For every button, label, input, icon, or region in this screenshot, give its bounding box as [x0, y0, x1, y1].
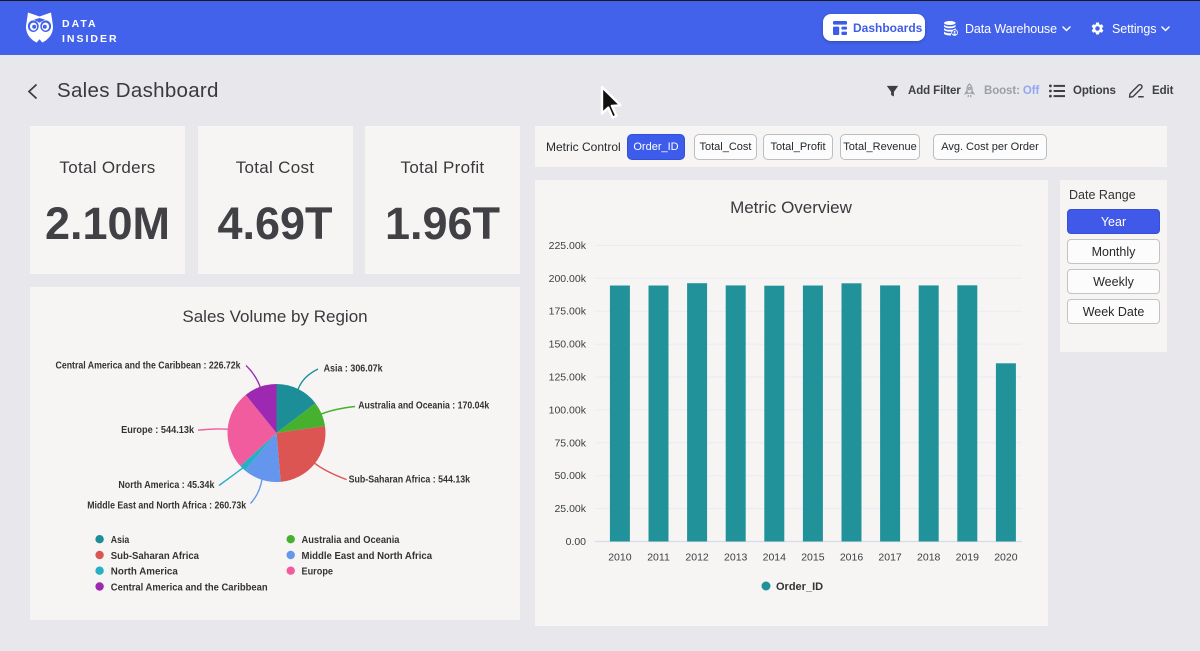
svg-text:Asia: Asia	[111, 534, 130, 546]
svg-text:2014: 2014	[763, 552, 787, 564]
svg-text:200.00k: 200.00k	[549, 273, 587, 285]
svg-text:2013: 2013	[724, 552, 748, 564]
svg-text:100.00k: 100.00k	[549, 404, 587, 416]
svg-text:2017: 2017	[878, 552, 902, 564]
svg-text:2016: 2016	[840, 552, 864, 564]
svg-text:25.00k: 25.00k	[554, 503, 586, 515]
svg-text:North America: North America	[111, 566, 178, 578]
svg-text:North America : 45.34k: North America : 45.34k	[118, 479, 214, 491]
svg-text:Middle East and North Africa: Middle East and North Africa	[302, 550, 433, 562]
svg-text:125.00k: 125.00k	[549, 372, 587, 384]
svg-text:50.00k: 50.00k	[554, 470, 586, 482]
svg-text:Middle East and North Africa :: Middle East and North Africa : 260.73k	[87, 499, 246, 511]
svg-text:Central America and the Caribb: Central America and the Caribbean : 226.…	[56, 359, 241, 371]
svg-text:175.00k: 175.00k	[549, 306, 587, 318]
svg-text:2012: 2012	[685, 552, 709, 564]
svg-text:Asia : 306.07k: Asia : 306.07k	[324, 363, 383, 375]
svg-text:2019: 2019	[956, 552, 980, 564]
svg-text:2015: 2015	[801, 552, 825, 564]
svg-text:Order_ID: Order_ID	[776, 581, 823, 593]
svg-text:Metric Overview: Metric Overview	[730, 198, 853, 217]
svg-text:Sub-Saharan Africa : 544.13k: Sub-Saharan Africa : 544.13k	[349, 474, 471, 486]
svg-text:150.00k: 150.00k	[549, 339, 587, 351]
svg-text:Europe: Europe	[302, 566, 334, 578]
svg-text:2010: 2010	[608, 552, 632, 564]
svg-text:0.00: 0.00	[566, 536, 587, 548]
svg-text:Europe : 544.13k: Europe : 544.13k	[121, 424, 194, 436]
svg-text:Sub-Saharan Africa: Sub-Saharan Africa	[111, 550, 199, 562]
svg-text:2011: 2011	[647, 552, 670, 564]
svg-text:225.00k: 225.00k	[549, 240, 587, 252]
svg-text:Australia and Oceania : 170.04: Australia and Oceania : 170.04k	[358, 399, 489, 411]
svg-text:Australia and Oceania: Australia and Oceania	[302, 534, 400, 546]
svg-text:Central America and the Caribb: Central America and the Caribbean	[111, 581, 268, 593]
svg-text:Sales Volume by Region: Sales Volume by Region	[182, 307, 367, 326]
svg-text:2018: 2018	[917, 552, 941, 564]
svg-text:2020: 2020	[994, 552, 1018, 564]
svg-text:75.00k: 75.00k	[554, 437, 586, 449]
